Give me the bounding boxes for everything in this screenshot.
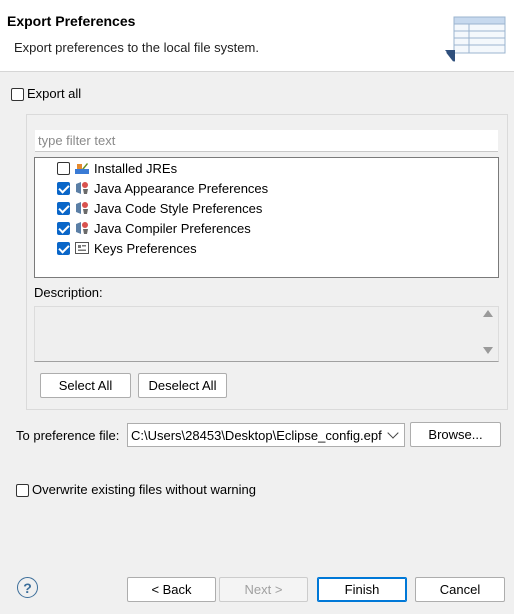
tree-item-checkbox[interactable] [57,241,70,255]
preference-node-icon [74,180,90,196]
tree-item-checkbox[interactable] [57,221,70,235]
tree-item-checkbox[interactable] [57,181,70,195]
tree-item-installed-jres[interactable]: Installed JREs [57,158,177,178]
help-icon[interactable]: ? [17,577,38,598]
export-all-label[interactable]: Export all [27,86,81,101]
export-wizard-banner-icon [441,14,507,66]
tree-item-checkbox[interactable] [57,201,70,215]
select-all-button[interactable]: Select All [40,373,131,398]
tree-item-java-appearance[interactable]: Java Appearance Preferences [57,178,268,198]
dialog-subtitle: Export preferences to the local file sys… [14,40,259,55]
preference-file-value[interactable]: C:\Users\28453\Desktop\Eclipse_config.ep… [131,428,382,443]
preference-file-label: To preference file: [16,428,120,443]
description-label: Description: [34,285,103,300]
overwrite-label[interactable]: Overwrite existing files without warning [32,482,256,497]
filter-input[interactable] [35,130,498,152]
finish-button[interactable]: Finish [317,577,407,602]
export-all-checkbox[interactable] [11,88,24,101]
jre-icon [74,160,90,176]
tree-item-checkbox[interactable] [57,161,70,175]
cancel-button[interactable]: Cancel [415,577,505,602]
dialog-title: Export Preferences [7,13,136,29]
description-text-area [34,306,499,362]
next-button: Next > [219,577,308,602]
dialog-header [0,0,514,72]
tree-item-label: Java Compiler Preferences [94,220,251,236]
tree-item-label: Java Code Style Preferences [94,200,263,216]
scroll-up-arrow-icon[interactable] [483,310,493,317]
preferences-tree[interactable]: Installed JREs Java Appearance Preferenc… [34,157,499,278]
tree-item-label: Java Appearance Preferences [94,180,269,196]
tree-item-label: Installed JREs [94,160,178,176]
keys-icon [74,240,90,256]
tree-item-java-compiler[interactable]: Java Compiler Preferences [57,218,251,238]
tree-item-keys[interactable]: Keys Preferences [57,238,197,258]
deselect-all-button[interactable]: Deselect All [138,373,227,398]
back-button[interactable]: < Back [127,577,216,602]
scroll-down-arrow-icon[interactable] [483,347,493,354]
preference-node-icon [74,220,90,236]
tree-item-label: Keys Preferences [94,240,197,256]
tree-item-java-code-style[interactable]: Java Code Style Preferences [57,198,262,218]
browse-button[interactable]: Browse... [410,422,501,447]
overwrite-checkbox[interactable] [16,484,29,497]
preference-node-icon [74,200,90,216]
